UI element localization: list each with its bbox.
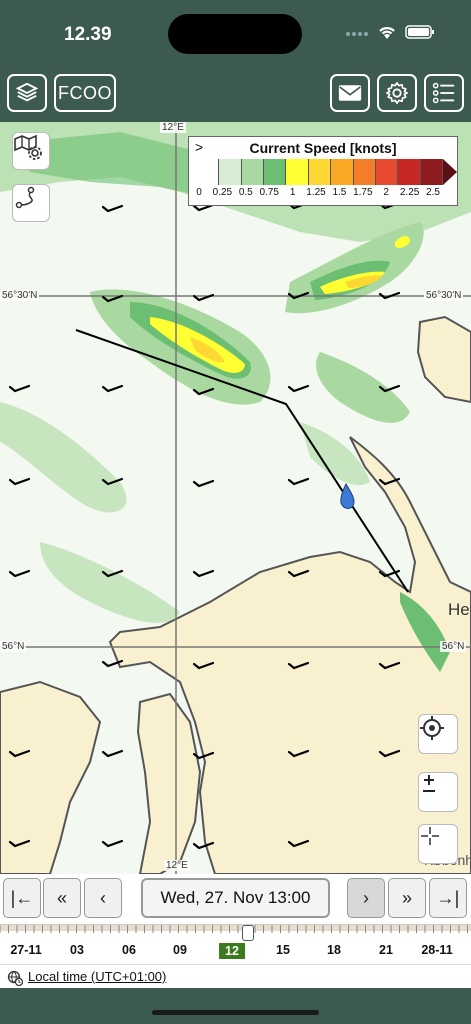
home-indicator-area	[0, 988, 471, 1024]
signal-icon	[345, 26, 369, 44]
land-kullen	[416, 315, 471, 404]
status-time: 12.39	[64, 24, 112, 45]
crosshair-icon	[420, 716, 444, 740]
system-icons	[345, 24, 435, 45]
lon-label-top: 12°E	[160, 122, 186, 133]
current-speed-legend[interactable]: > Current Speed [knots] 0 0.25 0.5 0.75 1 1.2…	[188, 136, 458, 206]
legend-label: 2.5	[426, 187, 440, 198]
current-speed-map	[0, 122, 471, 874]
back-button[interactable]: ‹	[84, 878, 122, 918]
ruler-label: 21	[379, 943, 393, 957]
lon-label-bottom: 12°E	[164, 860, 190, 871]
menu-list-button[interactable]	[424, 74, 464, 112]
local-time-footer: Local time (UTC+01:00)	[0, 964, 471, 989]
ruler-ticks	[0, 925, 471, 933]
fast-forward-button[interactable]: »	[388, 878, 426, 918]
legend-label: 0	[196, 187, 202, 198]
lat-label-mid-right: 56°N	[440, 641, 467, 652]
map-view[interactable]: 12°E 56°30'N 56°30'N 56°N 56°N 12°E He K…	[0, 122, 471, 874]
forward-button[interactable]: ›	[347, 878, 385, 918]
legend-color-cell	[331, 159, 354, 185]
legend-color-cell	[420, 159, 443, 185]
lat-label-top-right: 56°30'N	[424, 290, 464, 301]
list-icon	[432, 82, 455, 104]
legend-label: 0.75	[259, 187, 279, 198]
time-navigation-bar: |← « ‹ Wed, 27. Nov 13:00 › » →|	[0, 874, 471, 924]
time-slider-handle[interactable]	[242, 925, 254, 941]
ruler-label: 27-11	[10, 943, 42, 957]
globe-clock-icon	[7, 970, 23, 986]
top-toolbar: FCOO	[0, 66, 471, 122]
dynamic-island	[168, 14, 302, 54]
legend-color-cell	[197, 159, 220, 185]
envelope-icon	[338, 85, 362, 101]
plus-minus-icon	[423, 775, 435, 792]
layers-icon	[15, 82, 39, 102]
lat-label-top-left: 56°30'N	[0, 290, 40, 301]
gear-icon	[386, 82, 408, 104]
legend-label: 0.25	[212, 187, 233, 198]
layers-button[interactable]	[7, 74, 47, 112]
legend-color-cell	[264, 159, 287, 185]
legend-label: 1.25	[306, 187, 326, 198]
legend-label: 1.75	[353, 187, 373, 198]
ruler-label-active: 12	[219, 943, 245, 959]
locate-me-button[interactable]	[418, 714, 458, 754]
legend-label: 1	[289, 187, 296, 198]
legend-label: 0.5	[238, 187, 253, 198]
date-time-button[interactable]: Wed, 27. Nov 13:00	[141, 878, 330, 918]
home-indicator	[152, 1010, 319, 1015]
legend-color-cell	[286, 159, 309, 185]
legend-color-cell	[353, 159, 376, 185]
center-marker-button[interactable]	[418, 824, 458, 864]
battery-icon	[405, 25, 435, 44]
legend-arrow-tip	[443, 159, 457, 185]
ruler-label: 03	[70, 943, 84, 957]
place-label-he: He	[448, 600, 470, 619]
legend-label: 2	[383, 187, 389, 198]
ruler-label: 09	[173, 943, 187, 957]
ruler-label: 15	[276, 943, 290, 957]
legend-color-cell	[241, 159, 265, 185]
map-settings-button[interactable]	[12, 132, 50, 170]
legend-color-cell	[219, 159, 242, 185]
legend-color-cell	[375, 159, 399, 185]
zoom-button[interactable]	[418, 772, 458, 812]
route-tool-button[interactable]	[12, 184, 50, 222]
settings-button[interactable]	[377, 74, 417, 112]
status-bar: 12.39	[0, 0, 471, 66]
wifi-icon	[377, 24, 397, 45]
fast-back-button[interactable]: «	[43, 878, 81, 918]
legend-title: Current Speed [knots]	[249, 140, 397, 156]
vessel-marker	[340, 482, 355, 509]
legend-label: 2.25	[399, 187, 420, 198]
ruler-label: 06	[122, 943, 136, 957]
ruler-label: 18	[327, 943, 341, 957]
route-icon	[15, 186, 35, 209]
local-time-link[interactable]: Local time (UTC+01:00)	[28, 969, 166, 984]
legend-color-cell	[308, 159, 332, 185]
ruler-label: 28-11	[421, 943, 453, 957]
center-cross-icon	[421, 827, 439, 845]
first-time-button[interactable]: |←	[3, 878, 41, 918]
lat-label-mid-left: 56°N	[0, 641, 27, 652]
time-slider[interactable]: 27-11 03 06 09 12 15 18 21 28-11	[0, 924, 471, 965]
messages-button[interactable]	[330, 74, 370, 112]
fcoo-button[interactable]: FCOO	[54, 74, 116, 112]
land-island-center	[136, 692, 202, 874]
legend-color-bar	[197, 159, 443, 185]
map-gear-icon	[14, 134, 42, 160]
last-time-button[interactable]: →|	[429, 878, 467, 918]
legend-labels: 0 0.25 0.5 0.75 1 1.25 1.5 1.75 2 2.25 2.5	[189, 187, 457, 201]
legend-label: 1.5	[332, 187, 347, 198]
legend-color-cell	[398, 159, 421, 185]
